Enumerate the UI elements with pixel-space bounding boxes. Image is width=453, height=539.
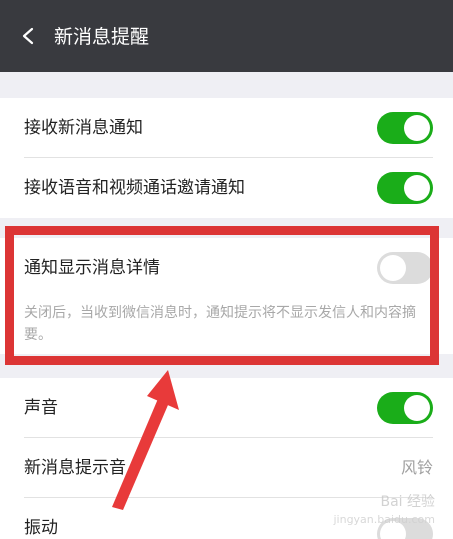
show-details-label: 通知显示消息详情 bbox=[24, 258, 160, 278]
row-ringtone[interactable]: 新消息提示音 风铃 bbox=[0, 438, 453, 498]
notification-group: 接收新消息通知 接收语音和视频通话邀请通知 bbox=[0, 98, 453, 218]
toggle-knob bbox=[404, 175, 430, 201]
row-sound: 声音 bbox=[0, 378, 453, 438]
watermark-text: Bai 经验 bbox=[380, 494, 435, 510]
watermark-sub: jingyan.baidu.com bbox=[333, 513, 435, 526]
baidu-watermark: Bai 经验 jingyan.baidu.com bbox=[333, 493, 435, 529]
sound-toggle[interactable] bbox=[377, 392, 433, 424]
chevron-left-icon[interactable] bbox=[20, 27, 38, 45]
show-details-description: 关闭后，当收到微信消息时，通知提示将不显示发信人和内容摘要。 bbox=[24, 305, 416, 343]
row-show-details: 通知显示消息详情 bbox=[0, 238, 453, 298]
show-details-toggle[interactable] bbox=[377, 252, 433, 284]
toggle-knob bbox=[404, 115, 430, 141]
header-bar: 新消息提醒 bbox=[0, 0, 453, 72]
receive-new-message-label: 接收新消息通知 bbox=[24, 118, 143, 138]
ringtone-value: 风铃 bbox=[400, 458, 433, 477]
receive-voice-video-toggle[interactable] bbox=[377, 172, 433, 204]
row-receive-voice-video: 接收语音和视频通话邀请通知 bbox=[0, 158, 453, 218]
ringtone-label: 新消息提示音 bbox=[24, 458, 126, 478]
settings-screen: 新消息提醒 接收新消息通知 接收语音和视频通话邀请通知 通知显示消息详情 关闭后… bbox=[0, 0, 453, 539]
sound-label: 声音 bbox=[24, 398, 58, 418]
toggle-knob bbox=[404, 395, 430, 421]
page-title: 新消息提醒 bbox=[54, 26, 150, 48]
receive-new-message-toggle[interactable] bbox=[377, 112, 433, 144]
receive-voice-video-label: 接收语音和视频通话邀请通知 bbox=[24, 178, 245, 198]
row-receive-new-message: 接收新消息通知 bbox=[0, 98, 453, 158]
vibrate-label: 振动 bbox=[24, 518, 58, 538]
toggle-knob bbox=[380, 255, 406, 281]
